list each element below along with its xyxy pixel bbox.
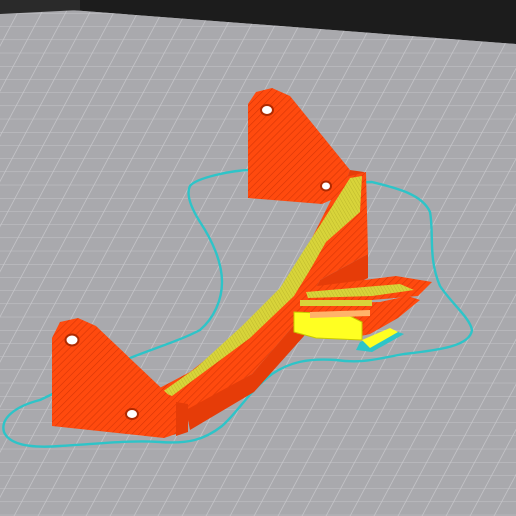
slicer-preview-viewport[interactable]	[0, 0, 516, 516]
mounting-hole-icon	[260, 104, 274, 116]
build-plate-icon	[0, 0, 516, 516]
mounting-hole-icon	[64, 333, 80, 347]
mounting-hole-icon	[125, 408, 139, 420]
layer-preview-canvas[interactable]	[0, 0, 516, 516]
mounting-hole-icon	[320, 180, 332, 192]
